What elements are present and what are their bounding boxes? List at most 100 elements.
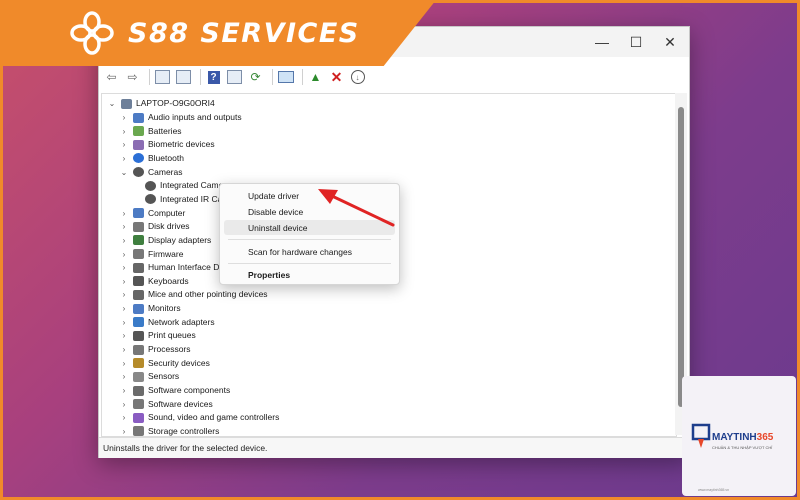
category-batteries[interactable]: › Batteries	[118, 125, 182, 138]
scrollbar-thumb[interactable]	[678, 107, 684, 407]
chevron-right-icon[interactable]: ›	[118, 304, 130, 313]
keyboard-icon	[133, 276, 144, 287]
toolbar-divider	[272, 69, 273, 85]
category-storage-controllers[interactable]: › Storage controllers	[118, 425, 219, 438]
chevron-right-icon[interactable]: ›	[118, 250, 130, 259]
chevron-right-icon[interactable]: ›	[118, 140, 130, 149]
category-sound-video-and-game-controllers[interactable]: › Sound, video and game controllers	[118, 411, 279, 424]
category-network-adapters[interactable]: › Network adapters	[118, 316, 215, 329]
chevron-right-icon[interactable]: ›	[118, 236, 130, 245]
chevron-right-icon[interactable]: ›	[118, 400, 130, 409]
minimize-button[interactable]: —	[585, 27, 619, 57]
category-sensors[interactable]: › Sensors	[118, 370, 179, 383]
category-biometric-devices[interactable]: › Biometric devices	[118, 138, 215, 151]
toolbar: ⇦ ⇨ ? ⟳ ▲ ✕ ↓	[99, 65, 689, 89]
chevron-right-icon[interactable]: ›	[118, 359, 130, 368]
tree-item-label: Firmware	[148, 248, 184, 259]
chevron-down-icon[interactable]: ⌄	[106, 99, 118, 108]
tree-item-label: Security devices	[148, 357, 210, 368]
details-icon[interactable]	[226, 69, 243, 86]
chevron-right-icon[interactable]: ›	[118, 331, 130, 340]
printer-icon	[133, 330, 144, 341]
monitor-icon	[133, 303, 144, 314]
status-bar: Uninstalls the driver for the selected d…	[99, 437, 689, 458]
watermark-subtitle: CHUẨN & THU NHẬP VƯỢT CHỈ	[712, 445, 773, 450]
device-item-integrated-camera[interactable]: Integrated Camera	[142, 179, 231, 192]
help-icon[interactable]: ?	[205, 69, 222, 86]
tree-item-label: Keyboards	[148, 275, 189, 286]
maximize-button[interactable]: ☐	[619, 27, 653, 57]
forward-arrow-icon[interactable]: ⇨	[124, 69, 141, 86]
chevron-right-icon[interactable]: ›	[118, 113, 130, 122]
network-icon	[133, 317, 144, 328]
chevron-right-icon[interactable]: ›	[118, 318, 130, 327]
category-display-adapters[interactable]: › Display adapters	[118, 234, 211, 247]
category-audio-inputs-and-outputs[interactable]: › Audio inputs and outputs	[118, 111, 242, 124]
category-processors[interactable]: › Processors	[118, 343, 191, 356]
monitor-icon[interactable]	[277, 69, 294, 86]
camera-icon	[133, 167, 144, 178]
brand-banner: S88 SERVICES	[0, 0, 436, 66]
bluetooth-icon	[133, 153, 144, 164]
close-button[interactable]: ✕	[653, 27, 687, 57]
chevron-down-icon[interactable]: ⌄	[118, 168, 130, 177]
chevron-right-icon[interactable]: ›	[118, 427, 130, 436]
category-firmware[interactable]: › Firmware	[118, 248, 183, 261]
toolbar-divider	[149, 69, 150, 85]
software-component-icon	[133, 385, 144, 396]
chevron-right-icon[interactable]: ›	[118, 154, 130, 163]
chevron-right-icon[interactable]: ›	[118, 386, 130, 395]
tree-item-label: Batteries	[148, 125, 182, 136]
chevron-right-icon[interactable]: ›	[118, 127, 130, 136]
security-icon	[133, 358, 144, 369]
menu-item-scan-hardware[interactable]: Scan for hardware changes	[224, 244, 395, 259]
chevron-right-icon[interactable]: ›	[118, 209, 130, 218]
back-arrow-icon[interactable]: ⇦	[103, 69, 120, 86]
brand-name: S88 SERVICES	[128, 17, 360, 49]
webcam-icon	[145, 194, 156, 205]
tree-item-label: Software devices	[148, 398, 213, 409]
red-arrow-icon	[318, 189, 395, 227]
update-driver-icon[interactable]: ▲	[307, 69, 324, 86]
menu-item-properties[interactable]: Properties	[224, 267, 395, 282]
watermark-footer: www.maytinh365.vn	[698, 488, 730, 492]
chevron-right-icon[interactable]: ›	[118, 263, 130, 272]
fingerprint-icon	[133, 139, 144, 150]
chevron-right-icon[interactable]: ›	[118, 345, 130, 354]
category-cameras[interactable]: ⌄ Cameras	[118, 166, 182, 179]
chevron-right-icon[interactable]: ›	[118, 290, 130, 299]
hid-icon	[133, 262, 144, 273]
category-print-queues[interactable]: › Print queues	[118, 329, 196, 342]
download-icon[interactable]: ↓	[349, 69, 366, 86]
tree-item-label: Bluetooth	[148, 152, 184, 163]
status-text: Uninstalls the driver for the selected d…	[103, 443, 268, 453]
watermark-card: MAYTINH365 CHUẨN & THU NHẬP VƯỢT CHỈ www…	[682, 376, 796, 496]
display-adapter-icon	[133, 235, 144, 246]
category-software-devices[interactable]: › Software devices	[118, 398, 213, 411]
chevron-right-icon[interactable]: ›	[118, 413, 130, 422]
category-software-components[interactable]: › Software components	[118, 384, 230, 397]
category-monitors[interactable]: › Monitors	[118, 302, 181, 315]
tree-item-label: Audio inputs and outputs	[148, 112, 242, 122]
show-hidden-icon[interactable]	[175, 69, 192, 86]
tree-item-label: Processors	[148, 344, 191, 355]
category-security-devices[interactable]: › Security devices	[118, 357, 210, 370]
category-mice-and-other-pointing-devices[interactable]: › Mice and other pointing devices	[118, 288, 268, 301]
quatrefoil-logo-icon	[70, 11, 114, 55]
speaker-icon	[133, 112, 144, 123]
category-bluetooth[interactable]: › Bluetooth	[118, 152, 184, 165]
toolbar-divider	[200, 69, 201, 85]
category-computer[interactable]: › Computer	[118, 207, 185, 220]
refresh-icon[interactable]: ⟳	[247, 69, 264, 86]
sound-icon	[133, 412, 144, 423]
properties-icon[interactable]	[154, 69, 171, 86]
chevron-right-icon[interactable]: ›	[118, 372, 130, 381]
tree-root[interactable]: ⌄ LAPTOP-O9G0ORI4	[106, 97, 215, 110]
category-keyboards[interactable]: › Keyboards	[118, 275, 189, 288]
uninstall-icon[interactable]: ✕	[328, 69, 345, 86]
category-disk-drives[interactable]: › Disk drives	[118, 220, 190, 233]
chevron-right-icon[interactable]: ›	[118, 277, 130, 286]
chevron-right-icon[interactable]: ›	[118, 222, 130, 231]
tree-item-label: Disk drives	[148, 221, 190, 232]
storage-icon	[133, 426, 144, 437]
